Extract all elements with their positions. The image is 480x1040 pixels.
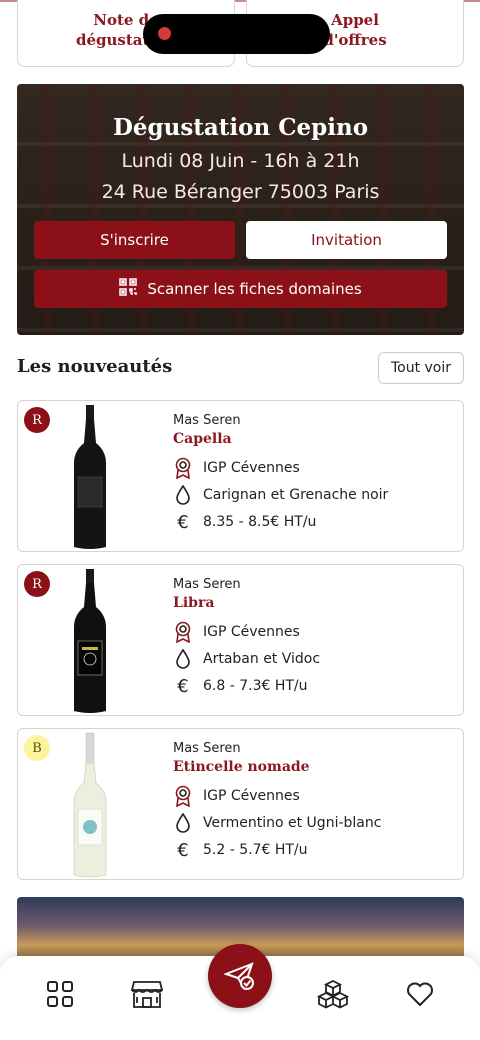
nav-shop[interactable] — [129, 976, 165, 1012]
wine-price: 6.8 - 7.3€ HT/u — [203, 678, 308, 694]
event-banner: Dégustation Cepino Lundi 08 Juin - 16h à… — [17, 84, 464, 335]
nav-catalog[interactable] — [315, 976, 351, 1012]
wine-color-badge: B — [24, 735, 50, 761]
event-title: Dégustation Cepino — [112, 114, 369, 141]
medal-icon — [173, 457, 193, 479]
scan-sheets-label: Scanner les fiches domaines — [147, 280, 362, 298]
wine-producer: Mas Seren — [173, 577, 241, 592]
wine-appellation: IGP Cévennes — [203, 624, 300, 640]
send-order-button[interactable] — [208, 944, 272, 1008]
price-row: € 8.35 - 8.5€ HT/u — [173, 511, 316, 533]
wine-producer: Mas Seren — [173, 741, 241, 756]
event-date: Lundi 08 Juin - 16h à 21h — [121, 150, 360, 172]
medal-icon — [173, 621, 193, 643]
drop-icon — [173, 812, 193, 834]
nav-favorites[interactable] — [402, 976, 438, 1012]
wine-card-capella[interactable]: R Mas Seren Capella IGP Cévennes Carigna… — [17, 400, 464, 552]
wine-name: Libra — [173, 595, 215, 611]
invitation-button[interactable]: Invitation — [246, 221, 447, 259]
wine-color-badge: R — [24, 571, 50, 597]
nav-home[interactable] — [42, 976, 78, 1012]
appellation-row: IGP Cévennes — [173, 621, 300, 643]
wine-card-etincelle-nomade[interactable]: B Mas Seren Etincelle nomade IGP Cévenne… — [17, 728, 464, 880]
heart-icon — [407, 982, 433, 1007]
white-wine-bottle-image — [73, 732, 107, 878]
scan-sheets-button[interactable]: Scanner les fiches domaines — [34, 270, 447, 308]
wine-grapes: Artaban et Vidoc — [203, 651, 321, 667]
shop-icon — [131, 981, 163, 1008]
register-button[interactable]: S'inscrire — [34, 221, 235, 259]
red-wine-bottle-image — [74, 569, 106, 713]
appellation-row: IGP Cévennes — [173, 785, 300, 807]
record-dot-icon — [158, 27, 171, 40]
wine-color-badge: R — [24, 407, 50, 433]
wine-price: 5.2 - 5.7€ HT/u — [203, 842, 308, 858]
wine-grapes: Carignan et Grenache noir — [203, 487, 389, 503]
wine-name: Etincelle nomade — [173, 759, 310, 775]
wine-name: Capella — [173, 431, 232, 447]
drop-icon — [173, 648, 193, 670]
wine-producer: Mas Seren — [173, 413, 241, 428]
wine-appellation: IGP Cévennes — [203, 788, 300, 804]
wine-appellation: IGP Cévennes — [203, 460, 300, 476]
screen-recorder-pill — [143, 14, 330, 54]
appellation-row: IGP Cévennes — [173, 457, 300, 479]
wine-card-libra[interactable]: R Mas Seren Libra IGP Cévennes Artaban e… — [17, 564, 464, 716]
grapes-row: Carignan et Grenache noir — [173, 484, 388, 506]
price-row: € 6.8 - 7.3€ HT/u — [173, 675, 308, 697]
euro-icon: € — [177, 675, 189, 697]
boxes-icon — [317, 979, 349, 1009]
see-all-button[interactable]: Tout voir — [378, 352, 464, 384]
grapes-row: Vermentino et Ugni-blanc — [173, 812, 381, 834]
euro-icon: € — [177, 511, 189, 533]
price-row: € 5.2 - 5.7€ HT/u — [173, 839, 308, 861]
event-address: 24 Rue Béranger 75003 Paris — [101, 181, 380, 203]
grid-icon — [47, 981, 73, 1007]
new-arrivals-title: Les nouveautés — [17, 356, 173, 377]
send-icon — [224, 962, 254, 991]
euro-icon: € — [177, 839, 189, 861]
drop-icon — [173, 484, 193, 506]
red-wine-bottle-image — [74, 405, 106, 549]
wine-price: 8.35 - 8.5€ HT/u — [203, 514, 317, 530]
wine-grapes: Vermentino et Ugni-blanc — [203, 815, 382, 831]
tenders-label: Appel d'offres — [323, 11, 387, 49]
medal-icon — [173, 785, 193, 807]
grapes-row: Artaban et Vidoc — [173, 648, 320, 670]
qr-code-icon — [119, 278, 138, 300]
